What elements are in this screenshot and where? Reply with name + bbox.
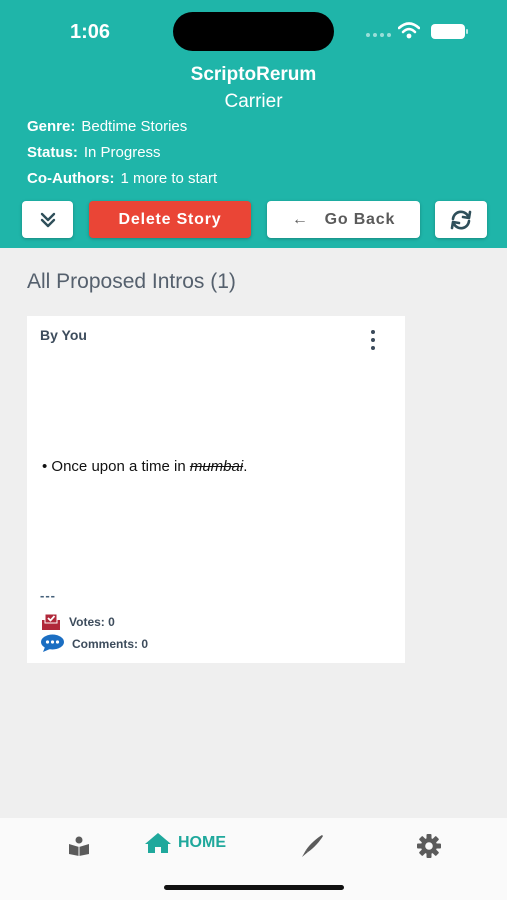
back-arrow-icon: ← [291, 210, 309, 228]
status-value: In Progress [83, 144, 161, 161]
intro-struck-text: mumbai [189, 458, 244, 475]
status-bar: 1:06 [0, 0, 507, 60]
tab-home-label: HOME [178, 834, 226, 851]
card-author: By You [40, 327, 87, 343]
tab-stories[interactable] [68, 836, 90, 856]
status-label: Status: [27, 144, 78, 161]
coauthors-label: Co-Authors: [27, 170, 115, 187]
intro-card[interactable]: By You • Once upon a time in mumbai. ---… [27, 316, 405, 663]
status-row: Status: In Progress [27, 144, 161, 161]
delete-story-button[interactable]: Delete Story [89, 201, 251, 238]
more-options-icon[interactable] [368, 330, 378, 350]
tab-write[interactable] [299, 833, 325, 859]
battery-icon [431, 24, 465, 39]
app-header: 1:06 ScriptoRerum Carrier Genre: Bedtime … [0, 0, 507, 248]
votes-label: Votes: 0 [69, 615, 115, 629]
double-chevron-down-icon [40, 212, 55, 227]
intro-text: • Once upon a time in mumbai. [42, 458, 248, 475]
coauthors-value: 1 more to start [120, 170, 218, 187]
dynamic-island [173, 12, 334, 51]
tab-home[interactable]: HOME [144, 832, 226, 854]
home-indicator [164, 885, 344, 890]
comments-stat[interactable]: Comments: 0 [40, 634, 148, 653]
cellular-signal-icon [366, 33, 391, 37]
book-reader-icon [69, 836, 89, 856]
comments-label: Comments: 0 [72, 636, 149, 651]
refresh-button[interactable] [435, 201, 487, 238]
tab-settings[interactable] [416, 833, 442, 859]
genre-row: Genre: Bedtime Stories [27, 118, 187, 135]
go-back-button[interactable]: ← Go Back [267, 201, 420, 238]
go-back-label: Go Back [324, 210, 396, 228]
refresh-icon [450, 210, 472, 229]
genre-value: Bedtime Stories [81, 118, 188, 135]
coauthors-row: Co-Authors: 1 more to start [27, 170, 217, 187]
genre-label: Genre: [27, 118, 76, 135]
votes-stat[interactable]: Votes: 0 [40, 613, 115, 631]
comment-bubble-icon [41, 634, 64, 652]
collapse-button[interactable] [22, 201, 73, 238]
home-icon [145, 833, 171, 853]
card-divider: --- [40, 588, 56, 603]
pen-icon [302, 835, 323, 857]
gear-icon [417, 834, 441, 858]
section-title: All Proposed Intros (1) [27, 270, 236, 293]
ballot-box-icon [42, 613, 60, 630]
battery-cap [466, 29, 468, 34]
wifi-icon [398, 22, 420, 39]
story-subtitle: Carrier [224, 91, 283, 112]
story-title: ScriptoRerum [190, 64, 317, 85]
status-time: 1:06 [70, 21, 111, 43]
